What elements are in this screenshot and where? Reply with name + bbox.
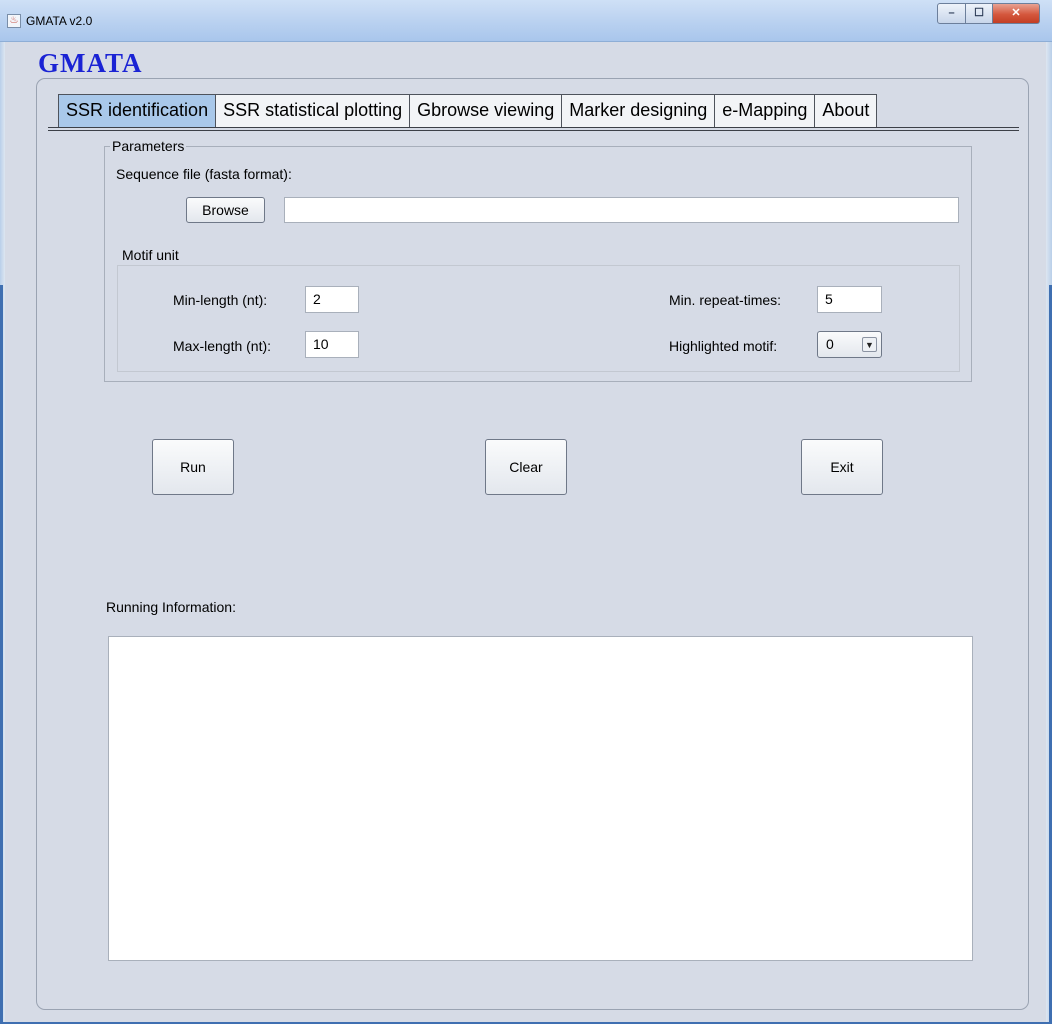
dropdown-arrow-icon[interactable]: ▼ bbox=[862, 337, 877, 352]
tab-marker-designing[interactable]: Marker designing bbox=[562, 94, 716, 127]
tab-bar: SSR identification SSR statistical plott… bbox=[58, 94, 878, 127]
tab-ssr-identification[interactable]: SSR identification bbox=[58, 94, 217, 127]
min-repeat-times-input[interactable]: 5 bbox=[817, 286, 882, 313]
app-logo: GMATA bbox=[38, 48, 143, 78]
sequence-file-label: Sequence file (fasta format): bbox=[116, 166, 292, 182]
minimize-button[interactable]: – bbox=[937, 3, 966, 24]
max-length-input[interactable]: 10 bbox=[305, 331, 359, 358]
running-information-output[interactable] bbox=[108, 636, 973, 961]
motif-unit-label: Motif unit bbox=[122, 247, 179, 263]
sequence-file-path-input[interactable] bbox=[284, 197, 959, 223]
java-app-icon: ♨ bbox=[7, 14, 21, 28]
browse-button[interactable]: Browse bbox=[186, 197, 265, 223]
running-information-label: Running Information: bbox=[106, 599, 236, 615]
window-left-accent bbox=[0, 285, 3, 1024]
title-bar[interactable]: ♨ GMATA v2.0 – ☐ ✕ bbox=[0, 0, 1052, 42]
run-button[interactable]: Run bbox=[152, 439, 234, 495]
min-length-input[interactable]: 2 bbox=[305, 286, 359, 313]
tab-about[interactable]: About bbox=[815, 94, 878, 127]
tab-e-mapping[interactable]: e-Mapping bbox=[715, 94, 816, 127]
tab-ssr-statistical-plotting[interactable]: SSR statistical plotting bbox=[216, 94, 411, 127]
app-window: ♨ GMATA v2.0 – ☐ ✕ GMATA SSR identificat… bbox=[0, 0, 1052, 1024]
window-bottom-border bbox=[0, 1022, 1052, 1024]
max-length-label: Max-length (nt): bbox=[173, 338, 272, 354]
close-button[interactable]: ✕ bbox=[993, 3, 1040, 24]
window-controls: – ☐ ✕ bbox=[937, 3, 1040, 24]
parameters-legend: Parameters bbox=[110, 138, 187, 154]
tab-gbrowse-viewing[interactable]: Gbrowse viewing bbox=[410, 94, 563, 127]
highlighted-motif-value: 0 bbox=[826, 336, 834, 352]
highlighted-motif-label: Highlighted motif: bbox=[669, 338, 778, 354]
tab-divider bbox=[48, 127, 1019, 131]
window-title: GMATA v2.0 bbox=[26, 14, 93, 28]
min-repeat-times-label: Min. repeat-times: bbox=[669, 292, 782, 308]
highlighted-motif-select[interactable]: 0 ▼ bbox=[817, 331, 882, 358]
maximize-button[interactable]: ☐ bbox=[966, 3, 993, 24]
min-length-label: Min-length (nt): bbox=[173, 292, 268, 308]
clear-button[interactable]: Clear bbox=[485, 439, 567, 495]
exit-button[interactable]: Exit bbox=[801, 439, 883, 495]
